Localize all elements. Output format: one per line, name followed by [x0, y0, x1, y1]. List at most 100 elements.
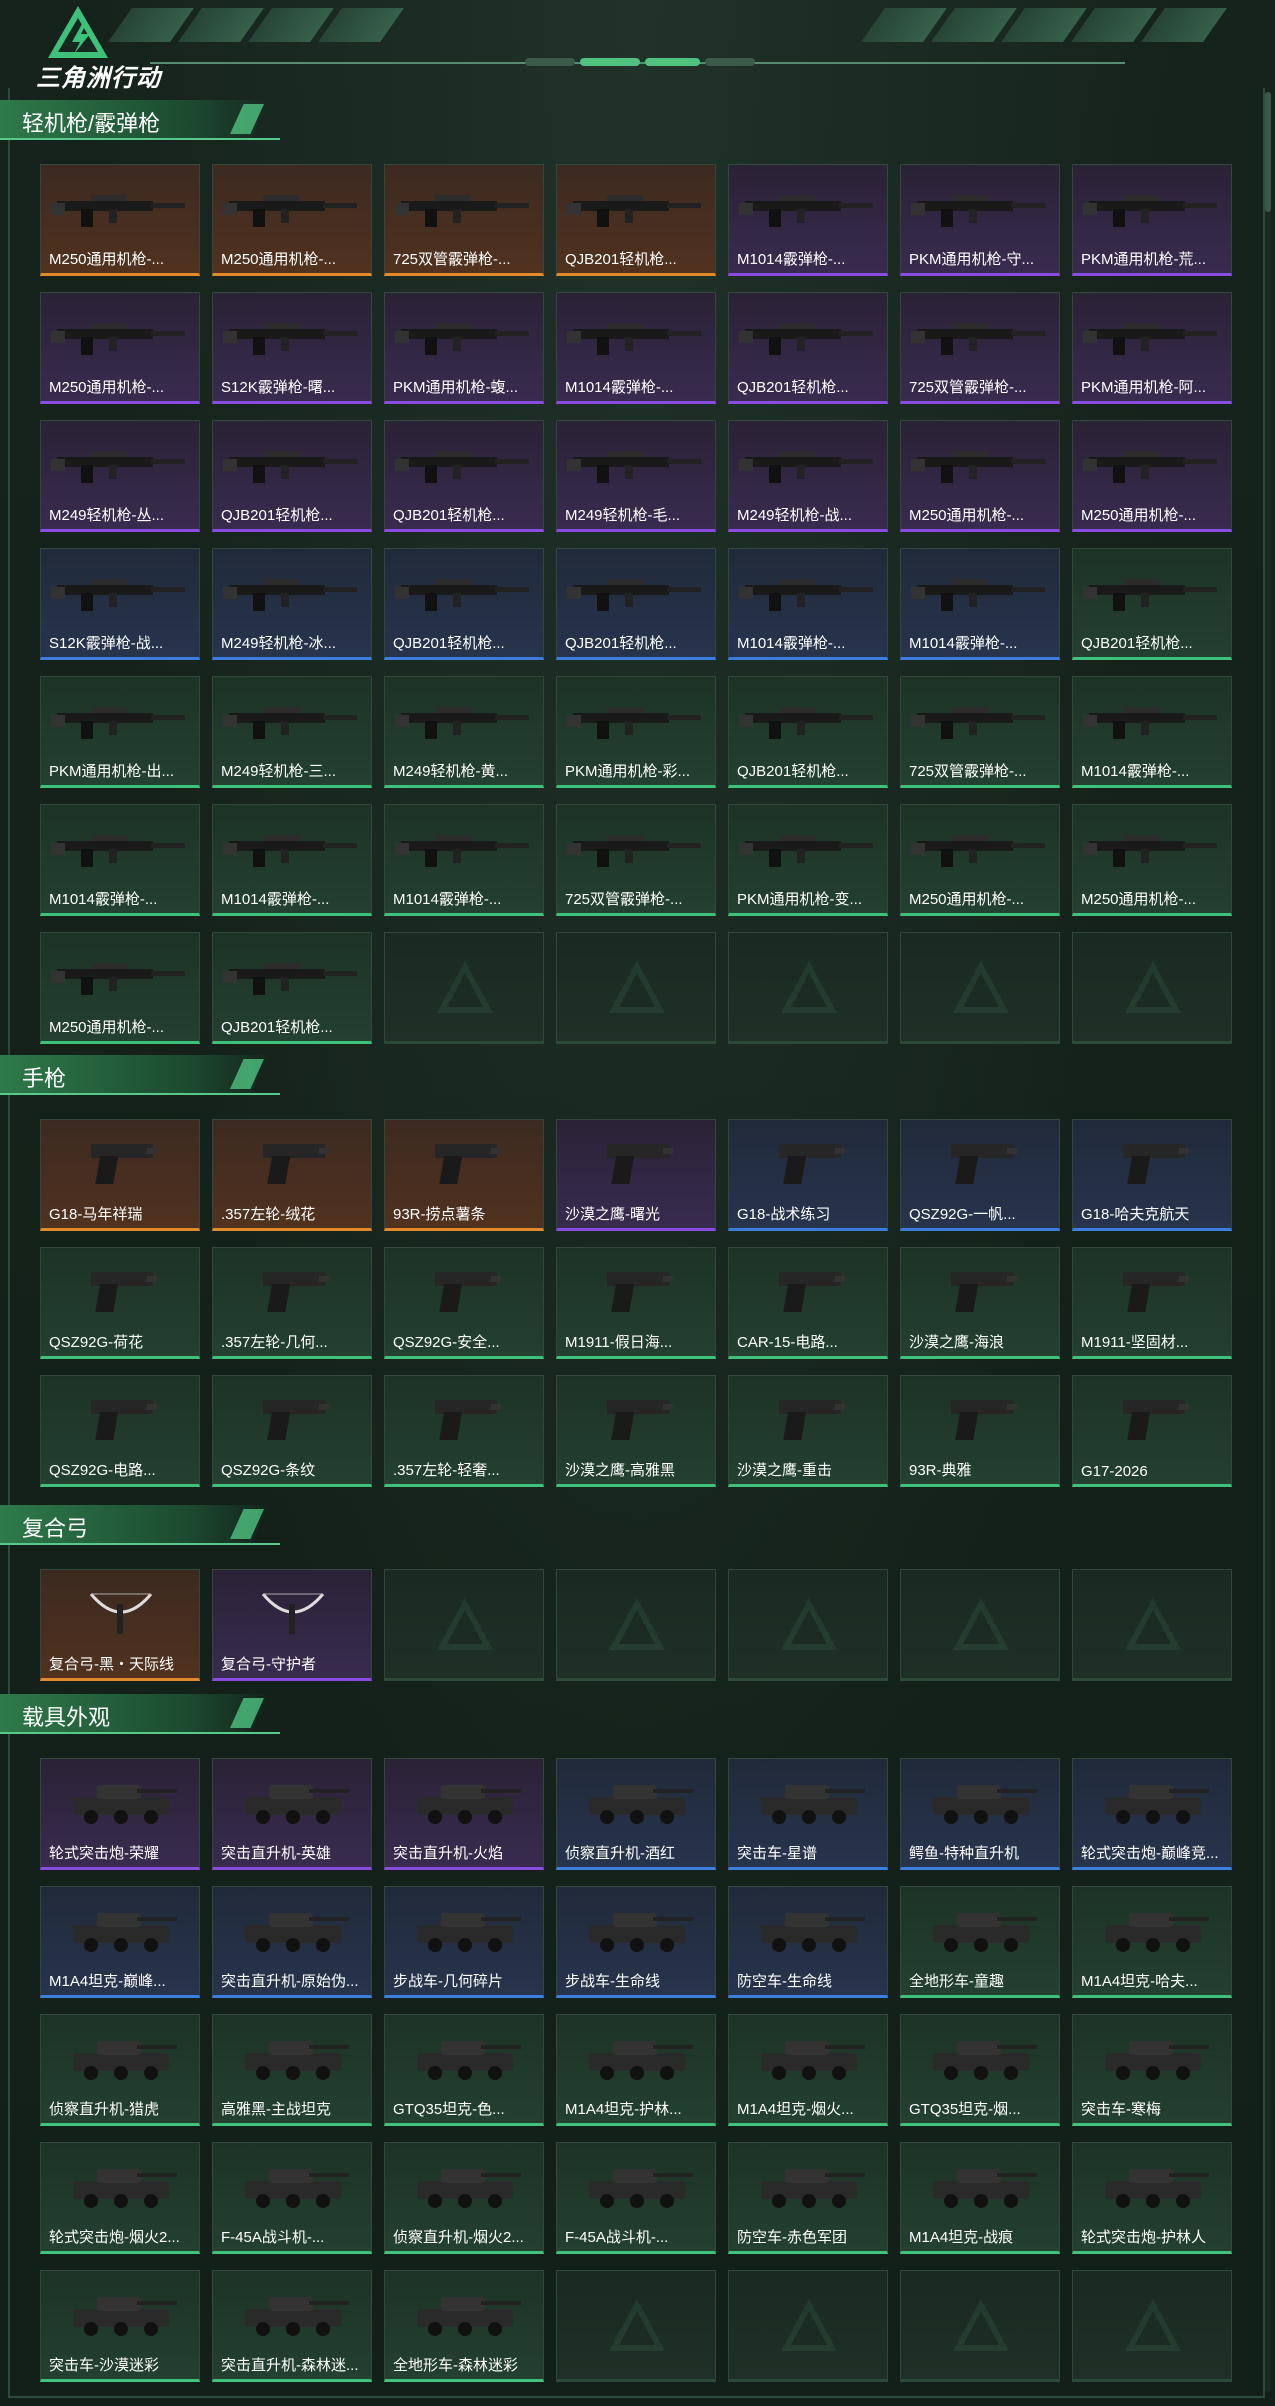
item-card[interactable]: 全地形车-童趣 [900, 1886, 1060, 1998]
item-card[interactable]: 沙漠之鹰-重击 [728, 1375, 888, 1487]
item-card[interactable]: 沙漠之鹰-海浪 [900, 1247, 1060, 1359]
item-card[interactable]: M1A4坦克-护林... [556, 2014, 716, 2126]
item-card[interactable]: .357左轮-绒花 [212, 1119, 372, 1231]
item-card[interactable]: M1014霰弹枪-... [384, 804, 544, 916]
item-card[interactable]: PKM通用机枪-蝮... [384, 292, 544, 404]
item-card[interactable]: M1014霰弹枪-... [728, 548, 888, 660]
item-card[interactable]: 轮式突击炮-护林人 [1072, 2142, 1232, 2254]
item-card[interactable]: 步战车-生命线 [556, 1886, 716, 1998]
item-card[interactable]: 轮式突击炮-荣耀 [40, 1758, 200, 1870]
item-card[interactable]: M1014霰弹枪-... [556, 292, 716, 404]
item-card[interactable]: 侦察直升机-猎虎 [40, 2014, 200, 2126]
item-card[interactable]: 侦察直升机-烟火2... [384, 2142, 544, 2254]
item-card[interactable]: 轮式突击炮-烟火2... [40, 2142, 200, 2254]
item-card[interactable]: M1911-坚固材... [1072, 1247, 1232, 1359]
item-card[interactable]: .357左轮-几何... [212, 1247, 372, 1359]
item-card[interactable]: S12K霰弹枪-曙... [212, 292, 372, 404]
item-card[interactable]: 复合弓-黑・天际线 [40, 1569, 200, 1681]
item-card[interactable]: M250通用机枪-... [900, 420, 1060, 532]
item-card[interactable]: 725双管霰弹枪-... [900, 676, 1060, 788]
item-card[interactable]: G18-战术练习 [728, 1119, 888, 1231]
item-card[interactable]: PKM通用机枪-彩... [556, 676, 716, 788]
item-card[interactable]: 突击直升机-英雄 [212, 1758, 372, 1870]
item-card[interactable]: M250通用机枪-... [40, 292, 200, 404]
item-card[interactable]: S12K霰弹枪-战... [40, 548, 200, 660]
item-card[interactable]: M250通用机枪-... [1072, 420, 1232, 532]
item-card[interactable]: 突击直升机-火焰 [384, 1758, 544, 1870]
item-card[interactable]: M1014霰弹枪-... [212, 804, 372, 916]
item-card[interactable]: QJB201轻机枪... [212, 420, 372, 532]
item-card[interactable]: PKM通用机枪-荒... [1072, 164, 1232, 276]
item-card[interactable]: 突击车-星谱 [728, 1758, 888, 1870]
item-card[interactable]: QJB201轻机枪... [212, 932, 372, 1044]
item-card[interactable]: G18-哈夫克航天 [1072, 1119, 1232, 1231]
item-card[interactable]: M250通用机枪-... [40, 164, 200, 276]
item-card[interactable]: QJB201轻机枪... [728, 676, 888, 788]
item-card[interactable]: M1014霰弹枪-... [900, 548, 1060, 660]
item-card[interactable]: M1A4坦克-哈夫... [1072, 1886, 1232, 1998]
item-card[interactable]: M1014霰弹枪-... [1072, 676, 1232, 788]
item-card[interactable]: M250通用机枪-... [900, 804, 1060, 916]
item-card[interactable]: PKM通用机枪-守... [900, 164, 1060, 276]
item-card[interactable]: 725双管霰弹枪-... [556, 804, 716, 916]
item-card[interactable]: QJB201轻机枪... [556, 164, 716, 276]
item-card[interactable]: M1014霰弹枪-... [40, 804, 200, 916]
item-card[interactable]: 高雅黑-主战坦克 [212, 2014, 372, 2126]
item-card[interactable]: 沙漠之鹰-曙光 [556, 1119, 716, 1231]
item-card[interactable]: M249轻机枪-毛... [556, 420, 716, 532]
item-card[interactable]: M1014霰弹枪-... [728, 164, 888, 276]
item-card[interactable]: 725双管霰弹枪-... [384, 164, 544, 276]
item-card[interactable]: QJB201轻机枪... [728, 292, 888, 404]
item-card[interactable]: F-45A战斗机-... [212, 2142, 372, 2254]
item-card[interactable]: M1A4坦克-烟火... [728, 2014, 888, 2126]
item-card[interactable]: GTQ35坦克-烟... [900, 2014, 1060, 2126]
item-card[interactable]: 沙漠之鹰-高雅黑 [556, 1375, 716, 1487]
item-card[interactable]: M249轻机枪-丛... [40, 420, 200, 532]
item-card[interactable]: M250通用机枪-... [40, 932, 200, 1044]
item-card[interactable]: .357左轮-轻奢... [384, 1375, 544, 1487]
item-card[interactable]: 突击直升机-原始伪... [212, 1886, 372, 1998]
item-card[interactable]: QSZ92G-一帆... [900, 1119, 1060, 1231]
item-card[interactable]: 93R-捞点薯条 [384, 1119, 544, 1231]
item-card[interactable]: M249轻机枪-战... [728, 420, 888, 532]
item-card[interactable]: 突击车-沙漠迷彩 [40, 2270, 200, 2382]
item-card[interactable]: 轮式突击炮-巅峰竞... [1072, 1758, 1232, 1870]
item-card[interactable]: G18-马年祥瑞 [40, 1119, 200, 1231]
item-card[interactable]: PKM通用机枪-阿... [1072, 292, 1232, 404]
item-card[interactable]: QSZ92G-电路... [40, 1375, 200, 1487]
item-card[interactable]: F-45A战斗机-... [556, 2142, 716, 2254]
item-card[interactable]: QSZ92G-安全... [384, 1247, 544, 1359]
item-card[interactable]: 鳄鱼-特种直升机 [900, 1758, 1060, 1870]
item-card[interactable]: 93R-典雅 [900, 1375, 1060, 1487]
item-card[interactable]: PKM通用机枪-变... [728, 804, 888, 916]
scrollbar-thumb[interactable] [1265, 92, 1271, 212]
item-card[interactable]: 突击直升机-森林迷... [212, 2270, 372, 2382]
item-card[interactable]: M249轻机枪-冰... [212, 548, 372, 660]
item-card[interactable]: M1911-假日海... [556, 1247, 716, 1359]
item-card[interactable]: M250通用机枪-... [212, 164, 372, 276]
scrollbar[interactable] [1265, 92, 1271, 2392]
item-card[interactable]: QSZ92G-荷花 [40, 1247, 200, 1359]
item-card[interactable]: 步战车-几何碎片 [384, 1886, 544, 1998]
item-card[interactable]: G17-2026 [1072, 1375, 1232, 1487]
item-card[interactable]: QSZ92G-条纹 [212, 1375, 372, 1487]
item-card[interactable]: QJB201轻机枪... [556, 548, 716, 660]
item-card[interactable]: 防空车-生命线 [728, 1886, 888, 1998]
item-card[interactable]: M249轻机枪-黄... [384, 676, 544, 788]
item-card[interactable]: CAR-15-电路... [728, 1247, 888, 1359]
item-card[interactable]: QJB201轻机枪... [384, 420, 544, 532]
item-card[interactable]: M1A4坦克-巅峰... [40, 1886, 200, 1998]
item-card[interactable]: 侦察直升机-酒红 [556, 1758, 716, 1870]
item-card[interactable]: M249轻机枪-三... [212, 676, 372, 788]
item-card[interactable]: 防空车-赤色军团 [728, 2142, 888, 2254]
item-card[interactable]: 725双管霰弹枪-... [900, 292, 1060, 404]
item-card[interactable]: 突击车-寒梅 [1072, 2014, 1232, 2126]
item-card[interactable]: 复合弓-守护者 [212, 1569, 372, 1681]
item-card[interactable]: M250通用机枪-... [1072, 804, 1232, 916]
item-card[interactable]: QJB201轻机枪... [384, 548, 544, 660]
item-card[interactable]: M1A4坦克-战痕 [900, 2142, 1060, 2254]
item-card[interactable]: PKM通用机枪-出... [40, 676, 200, 788]
item-card[interactable]: QJB201轻机枪... [1072, 548, 1232, 660]
item-card[interactable]: 全地形车-森林迷彩 [384, 2270, 544, 2382]
item-card[interactable]: GTQ35坦克-色... [384, 2014, 544, 2126]
